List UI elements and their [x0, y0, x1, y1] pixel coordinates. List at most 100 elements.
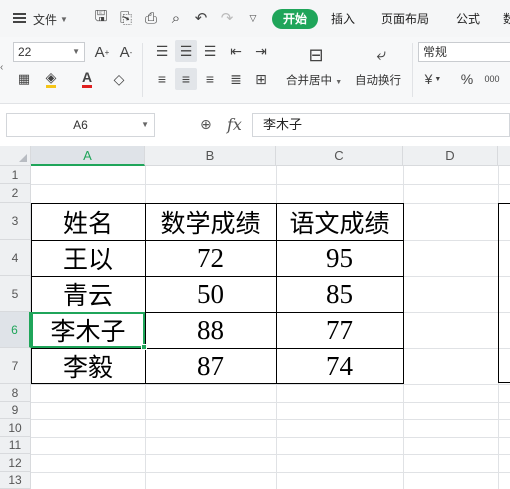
- cell-b4[interactable]: 72: [145, 240, 276, 276]
- cell-c6[interactable]: 77: [276, 312, 403, 348]
- save-icon[interactable]: 🖫: [92, 8, 110, 27]
- redo-icon[interactable]: ↷: [218, 9, 236, 27]
- name-box[interactable]: A6 ▼: [6, 113, 155, 137]
- currency-format-icon[interactable]: ¥ ▼: [422, 68, 444, 90]
- row-header-7[interactable]: 7: [0, 348, 31, 384]
- row-header-2[interactable]: 2: [0, 184, 31, 203]
- function-icon[interactable]: fx: [227, 115, 242, 134]
- cell-c5[interactable]: 85: [276, 276, 403, 312]
- row-header-4[interactable]: 4: [0, 240, 31, 276]
- row-header-5[interactable]: 5: [0, 276, 31, 312]
- chevron-left-icon[interactable]: ‹: [0, 62, 8, 78]
- decrease-font-icon[interactable]: A-: [115, 41, 137, 63]
- menu-icon[interactable]: [13, 13, 26, 23]
- chevron-down-icon: ▼: [72, 47, 80, 56]
- align-bottom-icon[interactable]: ☰: [199, 40, 221, 62]
- chevron-down-icon: ▼: [335, 79, 343, 86]
- export-pdf-icon[interactable]: ⎘: [117, 9, 135, 27]
- clear-format-icon[interactable]: ◇: [108, 68, 130, 90]
- align-center-icon[interactable]: ≡: [175, 68, 197, 90]
- merge-center-icon[interactable]: ⊟: [303, 43, 329, 67]
- increase-font-icon[interactable]: A +: [91, 41, 113, 63]
- align-middle-icon[interactable]: ☰: [175, 40, 197, 62]
- cell-a4[interactable]: 王以: [31, 240, 145, 276]
- gridline: [31, 419, 510, 420]
- increase-indent-icon[interactable]: ⇥: [250, 40, 272, 62]
- row-header-9[interactable]: 9: [0, 402, 31, 419]
- gridline: [31, 184, 510, 185]
- tab-home[interactable]: 开始: [272, 9, 319, 29]
- column-header-a[interactable]: A: [31, 146, 145, 166]
- font-size-select[interactable]: 22 ▼: [13, 42, 85, 62]
- wrap-text-icon[interactable]: ⤶: [368, 43, 394, 67]
- thousands-separator-icon[interactable]: 000: [481, 68, 503, 90]
- merge-center-label: 合并居中: [286, 75, 332, 87]
- cell-b3[interactable]: 数学成绩: [145, 203, 276, 240]
- file-menu-button[interactable]: 文件 ▼: [33, 9, 68, 29]
- number-format-select[interactable]: 常规: [418, 42, 510, 62]
- cell-c4[interactable]: 95: [276, 240, 403, 276]
- row-header-12[interactable]: 12: [0, 454, 31, 472]
- justify-icon[interactable]: ≣: [225, 68, 247, 90]
- row-header-3[interactable]: 3: [0, 203, 31, 240]
- embedded-object-edge[interactable]: [498, 203, 510, 383]
- cell-c7[interactable]: 74: [276, 348, 403, 384]
- gridline: [31, 437, 510, 438]
- distributed-align-icon[interactable]: ⊞: [250, 68, 272, 90]
- gridline: [31, 454, 510, 455]
- merge-center-button[interactable]: 合并居中 ▼: [286, 72, 342, 88]
- column-header-e[interactable]: [498, 146, 510, 166]
- thousands-symbol: 000: [484, 74, 500, 84]
- tab-page-layout[interactable]: 页面布局: [381, 9, 429, 29]
- tab-insert[interactable]: 插入: [331, 9, 355, 29]
- menu-bar: 文件 ▼ 🖫 ⎘ ⎙ ⌕ ↶ ↷ ▽ 开始 插入 页面布局 公式 数: [0, 0, 510, 37]
- number-format-value: 常规: [423, 45, 448, 59]
- cell-reference: A6: [73, 118, 88, 132]
- cell-b5[interactable]: 50: [145, 276, 276, 312]
- font-color-icon[interactable]: A: [76, 68, 98, 90]
- column-header-b[interactable]: B: [145, 146, 276, 166]
- column-header-d[interactable]: D: [403, 146, 498, 166]
- cell-a3[interactable]: 姓名: [31, 203, 145, 240]
- ribbon-divider: [142, 43, 143, 97]
- print-icon[interactable]: ⎙: [142, 9, 160, 27]
- cell-b7[interactable]: 87: [145, 348, 276, 384]
- decrease-indent-icon[interactable]: ⇤: [225, 40, 247, 62]
- tab-data[interactable]: 数: [503, 9, 510, 29]
- align-right-icon[interactable]: ≡: [199, 68, 221, 90]
- currency-symbol: ¥: [424, 71, 433, 87]
- row-header-8[interactable]: 8: [0, 384, 31, 402]
- cell-a7[interactable]: 李毅: [31, 348, 145, 384]
- chevron-down-icon: ▼: [434, 75, 442, 83]
- row-header-1[interactable]: 1: [0, 166, 31, 184]
- column-header-c[interactable]: C: [276, 146, 403, 166]
- wrap-text-button[interactable]: 自动换行: [355, 72, 401, 88]
- chevron-down-icon: ▼: [60, 14, 68, 24]
- tab-formulas[interactable]: 公式: [456, 9, 480, 29]
- formula-input[interactable]: 李木子: [252, 113, 510, 137]
- select-all-button[interactable]: [0, 146, 31, 166]
- print-preview-icon[interactable]: ⌕: [167, 9, 185, 27]
- align-top-icon[interactable]: ☰: [151, 40, 173, 62]
- undo-icon[interactable]: ↶: [192, 9, 210, 27]
- quick-access-dropdown-icon[interactable]: ▽: [244, 9, 262, 27]
- row-header-13[interactable]: 13: [0, 472, 31, 489]
- border-icon[interactable]: ▦: [13, 68, 35, 90]
- chevron-down-icon: ▼: [141, 120, 149, 129]
- zoom-icon[interactable]: ⊕: [200, 116, 218, 134]
- cell-b6[interactable]: 88: [145, 312, 276, 348]
- gridline: [31, 472, 510, 473]
- cell-c3[interactable]: 语文成绩: [276, 203, 403, 240]
- percent-format-icon[interactable]: %: [456, 68, 478, 90]
- fill-handle[interactable]: [141, 344, 147, 350]
- gridline: [31, 402, 510, 403]
- row-header-6[interactable]: 6: [0, 312, 31, 348]
- file-menu-label: 文件: [33, 12, 58, 27]
- row-header-10[interactable]: 10: [0, 419, 31, 437]
- selected-cell-outline: [31, 312, 145, 348]
- align-left-icon[interactable]: ≡: [151, 68, 173, 90]
- cell-a5[interactable]: 青云: [31, 276, 145, 312]
- row-header-11[interactable]: 11: [0, 437, 31, 454]
- fill-color-icon[interactable]: ◈: [40, 68, 62, 90]
- ribbon: ‹ 22 ▼ A + A- ▦ ◈ A ◇ ☰ ☰ ☰ ⇤ ⇥ ≡ ≡ ≡ ≣ ⊞…: [0, 37, 510, 104]
